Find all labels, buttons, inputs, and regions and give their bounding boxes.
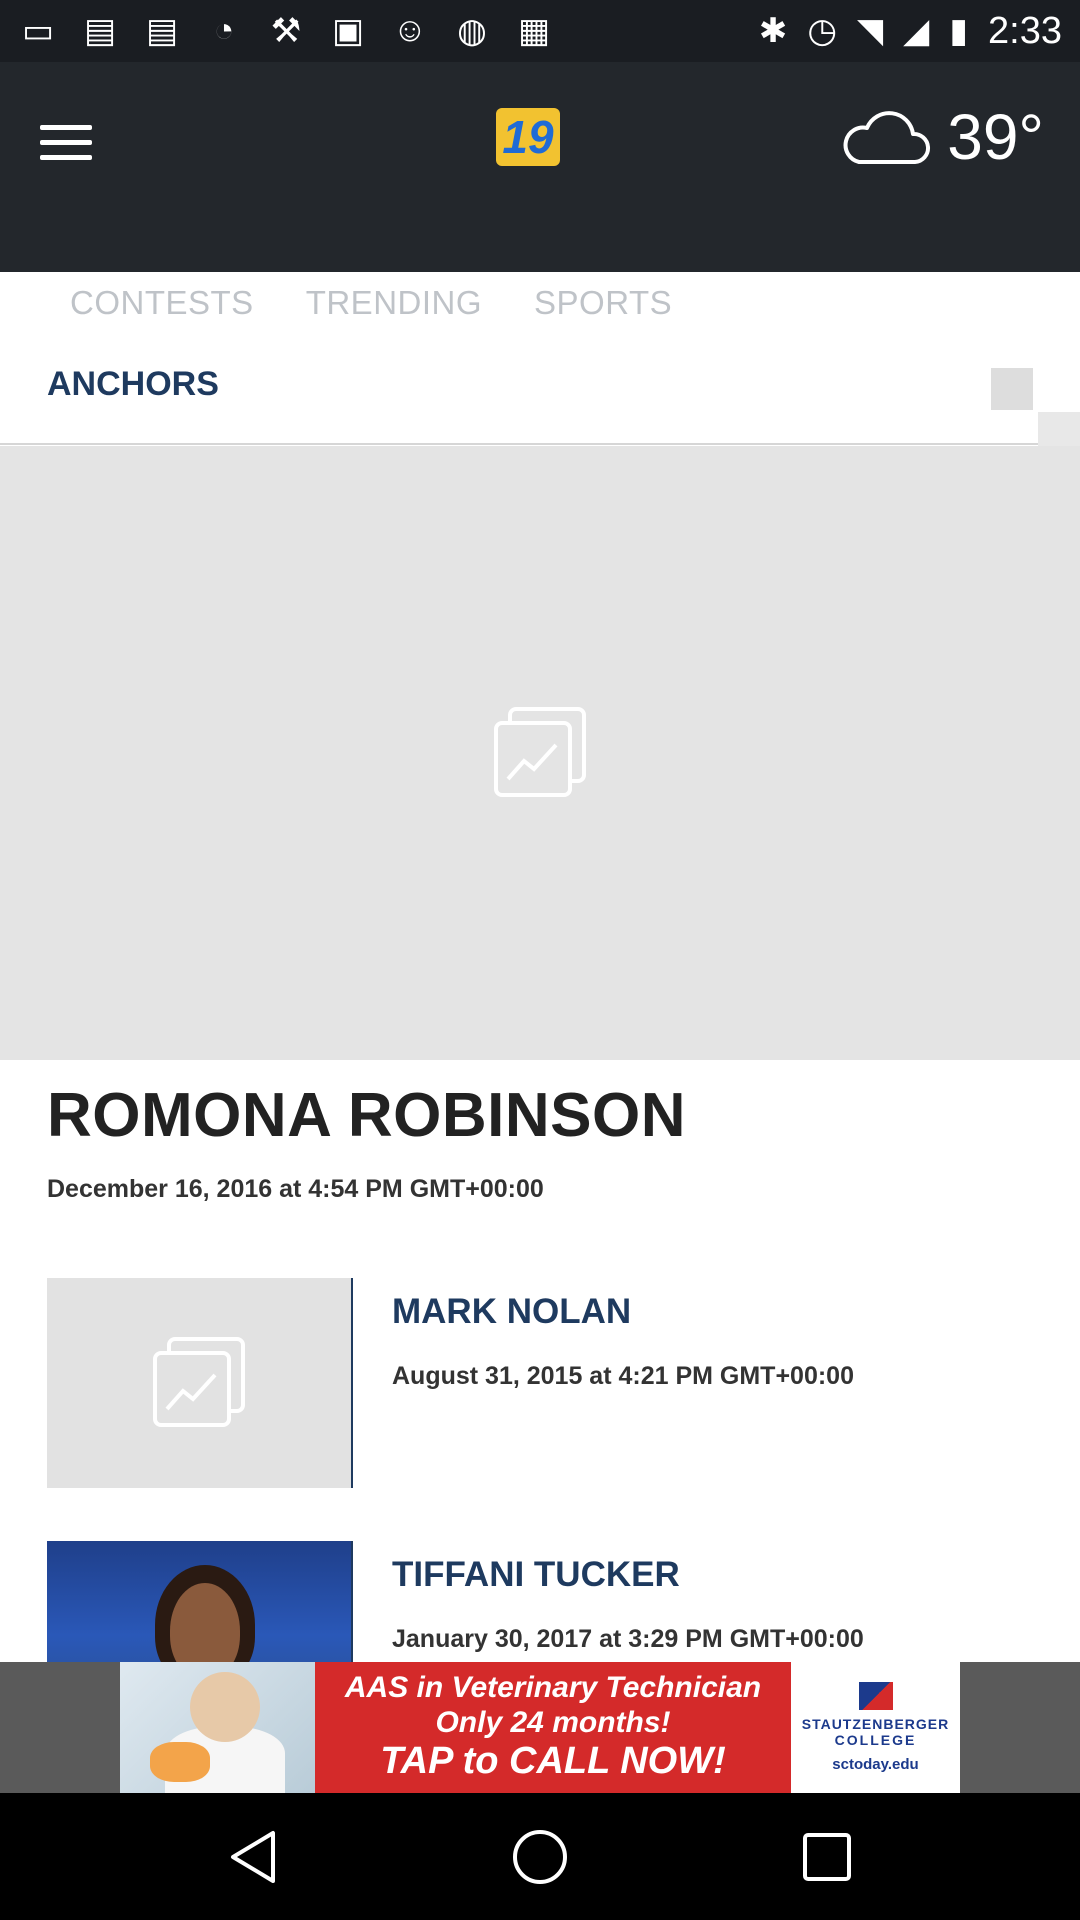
logo-text: 19 xyxy=(502,111,554,163)
story-title[interactable]: MARK NOLAN xyxy=(392,1292,631,1332)
status-bar: ▭ ▤ ▤ ◔ ⚒ ▣ ☺ ◍ ▦ ✱ ◷ ◥ ◢ ▮ 2:33 xyxy=(0,0,1080,62)
system-icons: ✱ ◷ ◥ ◢ ▮ 2:33 xyxy=(759,10,1062,53)
cloud-icon xyxy=(843,111,931,164)
list-item[interactable]: MARK NOLAN August 31, 2015 at 4:21 PM GM… xyxy=(47,1278,1047,1488)
qr-icon: ▦ xyxy=(517,12,551,50)
ad-line-1: AAS in Veterinary Technician xyxy=(344,1671,762,1705)
featured-title[interactable]: ROMONA ROBINSON xyxy=(47,1080,686,1151)
wrench-icon: ⚒ xyxy=(270,12,302,50)
station-logo[interactable]: 19 xyxy=(496,108,560,166)
weather-widget[interactable]: 39° xyxy=(839,100,1044,174)
recents-button[interactable] xyxy=(787,1817,867,1897)
featured-date: December 16, 2016 at 4:54 PM GMT+00:00 xyxy=(47,1175,544,1203)
ad-banner[interactable]: AAS in Veterinary Technician Only 24 mon… xyxy=(120,1662,960,1793)
signal-icon: ◢ xyxy=(903,12,930,50)
ad-college-logo: STAUTZENBERGER COLLEGE sctoday.edu xyxy=(791,1662,960,1793)
wifi-icon: ◥ xyxy=(857,12,884,50)
tab-contests[interactable]: CONTESTS xyxy=(0,272,280,334)
home-icon xyxy=(512,1829,567,1884)
tab-sports[interactable]: SPORTS xyxy=(508,272,698,334)
list-item[interactable]: TIFFANI TUCKER January 30, 2017 at 3:29 … xyxy=(47,1541,1047,1662)
back-button[interactable] xyxy=(213,1817,293,1897)
college-url: sctoday.edu xyxy=(832,1756,919,1773)
college-logo-icon xyxy=(858,1682,893,1710)
tab-bar: CONTESTS TRENDING SPORTS MEET THE TEAM xyxy=(0,272,1080,334)
ad-banner-container: AAS in Veterinary Technician Only 24 mon… xyxy=(0,1662,1080,1793)
ad-image xyxy=(120,1662,315,1793)
ad-line-3: TAP to CALL NOW! xyxy=(380,1740,726,1783)
status-time: 2:33 xyxy=(988,9,1062,52)
smiley-icon: ☺ xyxy=(392,11,428,49)
system-nav-bar xyxy=(0,1793,1080,1920)
battery-icon: ▮ xyxy=(949,12,969,50)
image-placeholder-icon xyxy=(153,1337,245,1427)
recents-icon xyxy=(802,1832,851,1881)
message-icon: ▭ xyxy=(21,12,55,50)
image-placeholder-icon xyxy=(494,707,586,797)
timer-icon: ◔ xyxy=(213,11,235,49)
lock-icon: ▣ xyxy=(331,12,365,50)
notification-icons: ▭ ▤ ▤ ◔ ⚒ ▣ ☺ ◍ ▦ xyxy=(18,11,759,51)
ad-text: AAS in Veterinary Technician Only 24 mon… xyxy=(315,1662,791,1793)
story-date: August 31, 2015 at 4:21 PM GMT+00:00 xyxy=(392,1362,854,1390)
bluetooth-icon: ✱ xyxy=(758,12,788,50)
tab-meet-the-team[interactable]: MEET THE TEAM xyxy=(698,272,1029,334)
temperature: 39° xyxy=(947,101,1044,173)
ad-line-2: Only 24 months! xyxy=(435,1705,671,1739)
section-indicator-secondary xyxy=(1038,412,1080,446)
alarm-icon: ◷ xyxy=(807,12,837,50)
section-indicator xyxy=(991,368,1033,410)
section-header: ANCHORS xyxy=(0,335,1080,446)
app-header: 19 39° CONTESTS TRENDING SPORTS MEET THE… xyxy=(0,62,1080,334)
menu-icon[interactable] xyxy=(40,112,110,172)
story-date: January 30, 2017 at 3:29 PM GMT+00:00 xyxy=(392,1625,864,1653)
section-title: ANCHORS xyxy=(47,365,219,403)
home-button[interactable] xyxy=(500,1817,580,1897)
back-icon xyxy=(231,1830,276,1883)
college-name: STAUTZENBERGER xyxy=(801,1716,950,1732)
story-title[interactable]: TIFFANI TUCKER xyxy=(392,1555,680,1595)
featured-image[interactable] xyxy=(0,446,1080,1060)
news-icon: ▤ xyxy=(83,12,117,50)
fox-sports-icon: ◍ xyxy=(457,12,487,50)
story-thumbnail[interactable] xyxy=(47,1541,353,1662)
story-thumbnail[interactable] xyxy=(47,1278,353,1488)
college-word: COLLEGE xyxy=(834,1732,917,1748)
tab-trending[interactable]: TRENDING xyxy=(280,272,508,334)
news-icon: ▤ xyxy=(145,12,179,50)
